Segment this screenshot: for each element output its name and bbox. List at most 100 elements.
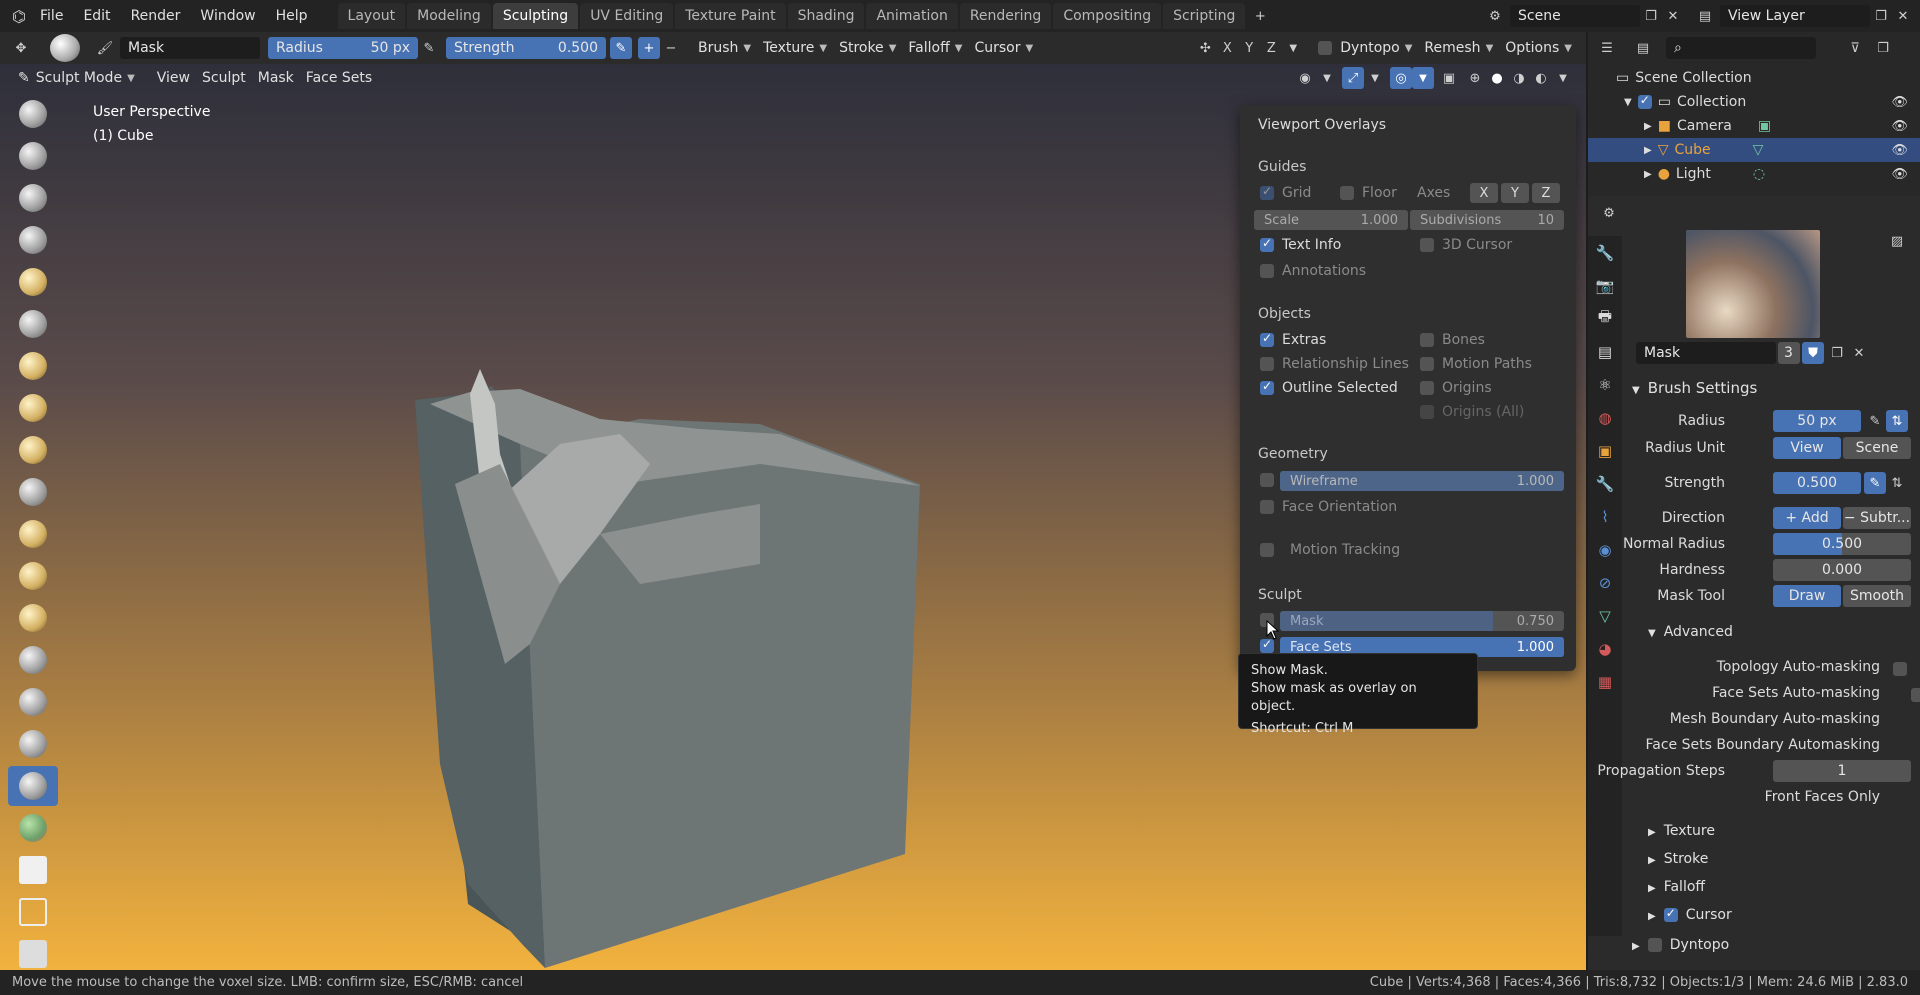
tool-box-mask[interactable] [8, 850, 58, 890]
unlink-brush-icon[interactable]: ✕ [1848, 342, 1870, 364]
tool-draw[interactable] [8, 94, 58, 134]
tool-fill[interactable] [8, 556, 58, 596]
particles-tab-icon[interactable]: ⌇ [1588, 500, 1622, 533]
gizmo-chevron-down-icon[interactable]: ▼ [1364, 67, 1386, 89]
radius-unit-view-button[interactable]: View [1773, 437, 1841, 459]
mask-slider[interactable]: Mask 0.750 [1280, 611, 1564, 631]
dyntopo-panel-header[interactable]: ▶ Dyntopo [1632, 937, 1729, 953]
mask-tool-draw-button[interactable]: Draw [1773, 585, 1841, 607]
light-data-icon[interactable]: ◌ [1753, 166, 1765, 182]
axis-z-button[interactable]: Z [1532, 183, 1560, 203]
text-info-checkbox[interactable] [1260, 236, 1274, 252]
overlays-chevron-down-icon[interactable]: ▼ [1412, 67, 1434, 89]
collection-checkbox[interactable] [1637, 93, 1652, 109]
cursor3d-checkbox[interactable] [1420, 238, 1434, 252]
tool-clay-strips[interactable] [8, 220, 58, 260]
tab-sculpting[interactable]: Sculpting [492, 3, 579, 29]
outline-selected-toggle[interactable]: Outline Selected [1260, 379, 1398, 396]
shading-wireframe-icon[interactable]: ⊕ [1464, 67, 1486, 89]
outliner-row-light[interactable]: ▶ ● Light ◌ 👁 [1588, 162, 1920, 186]
tool-grab[interactable] [8, 724, 58, 764]
tool-clay[interactable] [8, 178, 58, 218]
brush-name-field[interactable]: Mask [120, 37, 260, 59]
tool-pinch[interactable] [8, 682, 58, 722]
strength-field[interactable]: Strength 0.500 [446, 37, 606, 59]
blender-logo-icon[interactable]: ⌬ [8, 5, 30, 27]
tab-shading[interactable]: Shading [787, 3, 865, 29]
chevron-down-icon[interactable]: ▼ [1624, 97, 1632, 108]
brush-type-icon[interactable]: 🖌 [94, 37, 116, 59]
eye-icon[interactable]: 👁 [1891, 119, 1908, 134]
fake-user-shield-icon[interactable]: ⛊ [1802, 342, 1824, 364]
grid-toggle[interactable]: Grid [1260, 184, 1311, 201]
axis-x-button[interactable]: X [1470, 183, 1498, 203]
face-sets-automasking-checkbox[interactable] [1911, 688, 1920, 702]
outliner-row-scene-collection[interactable]: ▭ Scene Collection [1588, 66, 1920, 90]
brush-dropdown[interactable]: Brush ▼ [692, 37, 757, 59]
symmetry-z-button[interactable]: Z [1260, 37, 1282, 59]
tab-animation[interactable]: Animation [866, 3, 958, 29]
scene-icon[interactable]: ⚙ [1484, 5, 1506, 27]
tool-scrape[interactable] [8, 598, 58, 638]
outline-selected-checkbox[interactable] [1260, 379, 1274, 395]
tool-settings-icon[interactable]: ✥ [10, 37, 32, 59]
brush-thumbnail[interactable] [1686, 230, 1820, 338]
filter-icon[interactable]: ⊽ [1844, 37, 1866, 59]
new-collection-icon[interactable]: ❐ [1872, 37, 1894, 59]
menu-help[interactable]: Help [266, 0, 318, 32]
shading-chevron-down-icon[interactable]: ▼ [1552, 67, 1574, 89]
modifier-tab-icon[interactable]: 🔧 [1588, 467, 1622, 500]
remesh-dropdown[interactable]: Remesh ▼ [1418, 37, 1499, 59]
texture-tab-icon[interactable]: ▦ [1588, 665, 1622, 698]
tool-box-hide[interactable] [8, 892, 58, 932]
add-direction-icon[interactable]: + [638, 37, 660, 59]
material-tab-icon[interactable]: ◕ [1588, 632, 1622, 665]
render-tab-icon[interactable]: 📷 [1588, 269, 1622, 302]
grid-subdivisions-slider[interactable]: Subdivisions 10 [1410, 210, 1564, 230]
data-tab-icon[interactable]: ▽ [1588, 599, 1622, 632]
origins-all-checkbox[interactable] [1420, 405, 1434, 419]
wireframe-slider[interactable]: Wireframe 1.000 [1280, 471, 1564, 491]
eye-icon[interactable]: 👁 [1891, 95, 1908, 110]
subtract-direction-icon[interactable]: − [660, 37, 682, 59]
texture-dropdown[interactable]: Texture ▼ [757, 37, 833, 59]
world-tab-icon[interactable]: ◍ [1588, 401, 1622, 434]
eye-icon[interactable]: 👁 [1891, 143, 1908, 158]
tab-uv-editing[interactable]: UV Editing [580, 3, 674, 29]
floor-checkbox[interactable] [1340, 186, 1354, 200]
camera-data-icon[interactable]: ▣ [1758, 118, 1771, 134]
object-tab-icon[interactable]: ▣ [1588, 434, 1622, 467]
wireframe-toggle[interactable] [1260, 473, 1274, 487]
bones-checkbox[interactable] [1420, 333, 1434, 347]
image-icon[interactable]: ▨ [1886, 230, 1908, 252]
origins-all-toggle[interactable]: Origins (All) [1420, 404, 1524, 420]
visibility-chevron-down-icon[interactable]: ▼ [1316, 67, 1338, 89]
annotations-checkbox[interactable] [1260, 264, 1274, 278]
outliner-search-input[interactable]: ⌕ [1666, 37, 1816, 59]
new-view-layer-icon[interactable]: ❐ [1870, 5, 1892, 27]
tab-scripting[interactable]: Scripting [1163, 3, 1246, 29]
stroke-dropdown[interactable]: Stroke ▼ [833, 37, 902, 59]
mask-tool-smooth-button[interactable]: Smooth [1843, 585, 1911, 607]
tool-mesh-filter[interactable] [8, 934, 58, 974]
face-orientation-checkbox[interactable] [1260, 500, 1274, 514]
visibility-icon[interactable]: ◉ [1294, 67, 1316, 89]
origins-checkbox[interactable] [1420, 381, 1434, 395]
topology-automasking-checkbox[interactable] [1893, 662, 1907, 676]
cursor-panel-header[interactable]: ▶ Cursor [1648, 906, 1732, 923]
mode-dropdown[interactable]: ✎ Sculpt Mode ▼ [12, 67, 141, 89]
tool-smooth[interactable] [8, 472, 58, 512]
chevron-right-icon[interactable]: ▶ [1644, 169, 1652, 180]
menu-sculpt[interactable]: Sculpt [196, 67, 252, 89]
tool-blob[interactable] [8, 388, 58, 428]
tool-mask[interactable] [8, 766, 58, 806]
physics-tab-icon[interactable]: ◉ [1588, 533, 1622, 566]
face-sets-checkbox[interactable] [1260, 637, 1274, 653]
relationship-lines-toggle[interactable]: Relationship Lines [1260, 356, 1409, 372]
shading-rendered-icon[interactable]: ◐ [1530, 67, 1552, 89]
symmetry-chevron-down-icon[interactable]: ▼ [1282, 37, 1304, 59]
add-workspace-button[interactable]: + [1249, 5, 1271, 27]
dyntopo-panel-checkbox[interactable] [1647, 938, 1662, 952]
tool-clay-thumb[interactable] [8, 262, 58, 302]
tool-draw-face-sets[interactable] [8, 808, 58, 848]
